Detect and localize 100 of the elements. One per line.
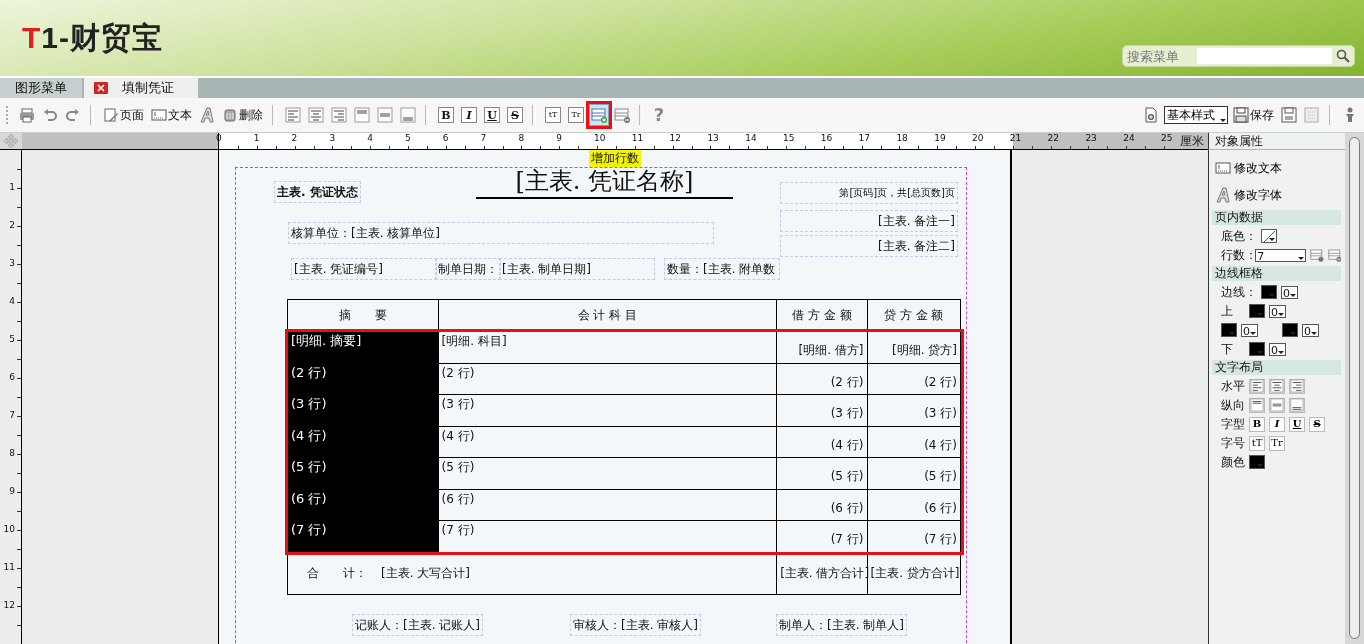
- font-size-button[interactable]: Tr: [566, 104, 586, 126]
- font-size-button[interactable]: tT: [1249, 435, 1265, 451]
- table-cell[interactable]: (3 行): [438, 394, 777, 426]
- text-button[interactable]: 文本: [149, 104, 194, 126]
- field[interactable]: 主表. 凭证状态: [275, 182, 360, 202]
- align-left-button[interactable]: [1249, 378, 1265, 394]
- table-cell[interactable]: (5 行): [287, 457, 439, 489]
- table-cell[interactable]: (5 行): [438, 457, 777, 489]
- color-swatch[interactable]: [1282, 323, 1298, 337]
- edit-text-button[interactable]: 修改文本: [1215, 156, 1282, 180]
- italic-button[interactable]: I: [459, 104, 479, 126]
- field[interactable]: [主表. 备注二]: [781, 236, 957, 256]
- field[interactable]: 核算单位：[主表. 核算单位]: [289, 223, 713, 243]
- font-size-button[interactable]: Tr: [1269, 435, 1285, 451]
- row-count-field[interactable]: 7: [1255, 248, 1307, 262]
- table-cell[interactable]: (2 行): [287, 363, 439, 395]
- table-cell[interactable]: [明细. 贷方]: [867, 331, 961, 363]
- font-size-button[interactable]: tT: [543, 104, 563, 126]
- table-cell[interactable]: (6 行): [287, 489, 439, 521]
- table-cell[interactable]: [明细. 科目]: [438, 331, 777, 363]
- save-as-button[interactable]: [1279, 104, 1299, 126]
- table-cell[interactable]: [主表. 借方合计]: [776, 552, 867, 594]
- delete-button[interactable]: 删除: [220, 104, 265, 126]
- table-plus-icon[interactable]: [1310, 247, 1324, 263]
- table-cell[interactable]: [主表. 大写合计]: [381, 564, 470, 582]
- table-cell[interactable]: [明细. 摘要]: [287, 331, 439, 363]
- property-label: 纵向: [1221, 396, 1245, 414]
- tab[interactable]: 填制凭证: [84, 78, 198, 98]
- field[interactable]: 制单人：[主表. 制单人]: [777, 615, 906, 635]
- table-cell[interactable]: (2 行): [776, 363, 867, 395]
- width-field[interactable]: 0: [1241, 323, 1258, 337]
- font-style-button[interactable]: B: [1249, 416, 1265, 432]
- scrollbar[interactable]: [1345, 133, 1364, 644]
- width-field[interactable]: 0: [1281, 285, 1298, 299]
- add-row-button[interactable]: [589, 104, 609, 126]
- align-right-button[interactable]: [1289, 378, 1305, 394]
- ruler-number: 20: [972, 133, 984, 143]
- table-cell[interactable]: (2 行): [438, 363, 777, 395]
- table-cell[interactable]: (6 行): [867, 489, 961, 521]
- table-cell[interactable]: (7 行): [287, 520, 439, 552]
- table-cell[interactable]: (3 行): [776, 394, 867, 426]
- width-field[interactable]: 0: [1269, 342, 1286, 356]
- no-fill-swatch[interactable]: [1261, 229, 1277, 243]
- ruler-number: 3: [329, 133, 336, 143]
- field[interactable]: 数量：[主表. 附单数: [665, 259, 779, 279]
- table-cell[interactable]: [明细. 借方]: [776, 331, 867, 363]
- align-middle-button[interactable]: [1269, 397, 1285, 413]
- width-field[interactable]: 0: [1269, 304, 1286, 318]
- save-button[interactable]: 保存: [1231, 104, 1276, 126]
- table-cell[interactable]: (4 行): [438, 426, 777, 458]
- table-minus-icon[interactable]: [1327, 247, 1341, 263]
- search-icon[interactable]: [1336, 49, 1350, 63]
- table-cell[interactable]: (6 行): [776, 489, 867, 521]
- page-button[interactable]: 页面: [101, 104, 146, 126]
- field[interactable]: 审核人：[主表. 审核人]: [571, 615, 700, 635]
- underline-button[interactable]: U: [482, 104, 502, 126]
- field[interactable]: 记账人：[主表. 记账人]: [353, 615, 482, 635]
- table-cell[interactable]: [主表. 贷方合计]: [867, 552, 961, 594]
- title-field[interactable]: [主表. 凭证名称]: [476, 165, 733, 199]
- font-button[interactable]: [197, 104, 217, 126]
- ruler-number: 8: [518, 133, 525, 143]
- align-bottom-button[interactable]: [1289, 397, 1305, 413]
- bold-button[interactable]: B: [436, 104, 456, 126]
- width-field[interactable]: 0: [1302, 323, 1319, 337]
- field[interactable]: [主表. 备注一]: [781, 211, 957, 231]
- table-cell[interactable]: (3 行): [287, 394, 439, 426]
- lines-bottom-icon: [400, 107, 416, 123]
- color-swatch[interactable]: [1221, 323, 1237, 337]
- field[interactable]: 制单日期：: [436, 259, 500, 279]
- table-cell[interactable]: (2 行): [867, 363, 961, 395]
- color-swatch[interactable]: [1261, 285, 1277, 299]
- edit-font-button[interactable]: 修改字体: [1215, 183, 1282, 207]
- style-select[interactable]: 基本样式: [1164, 106, 1228, 124]
- font-style-button[interactable]: U: [1289, 416, 1305, 432]
- section-header: 边线框格: [1212, 266, 1341, 281]
- table-cell[interactable]: (4 行): [776, 426, 867, 458]
- tab[interactable]: 图形菜单: [0, 78, 82, 98]
- field[interactable]: 第[页码]页，共[总页数]页: [781, 183, 957, 203]
- font-style-button[interactable]: S: [1309, 416, 1325, 432]
- table-cell[interactable]: (3 行): [867, 394, 961, 426]
- table-cell[interactable]: (5 行): [776, 457, 867, 489]
- table-cell[interactable]: (5 行): [867, 457, 961, 489]
- table-cell[interactable]: (4 行): [287, 426, 439, 458]
- font-style-button[interactable]: I: [1269, 416, 1285, 432]
- field[interactable]: [主表. 制单日期]: [500, 259, 654, 279]
- align-bottom-button[interactable]: [398, 104, 418, 126]
- close-icon[interactable]: [94, 82, 108, 94]
- align-center-button[interactable]: [1269, 378, 1285, 394]
- search-field[interactable]: 搜索菜单: [1127, 48, 1332, 64]
- ruler-number: 1: [9, 181, 15, 193]
- align-middle-button[interactable]: [375, 104, 395, 126]
- color-swatch[interactable]: [1249, 342, 1265, 356]
- align-top-button[interactable]: [1249, 397, 1265, 413]
- table-cell[interactable]: (4 行): [867, 426, 961, 458]
- color-swatch[interactable]: [1249, 304, 1265, 318]
- color-swatch[interactable]: [1249, 455, 1265, 469]
- table-cell[interactable]: (6 行): [438, 489, 777, 521]
- field[interactable]: [主表. 凭证编号]: [292, 259, 436, 279]
- ruler-number: 10: [3, 523, 15, 535]
- strikethrough-button[interactable]: S: [505, 104, 525, 126]
